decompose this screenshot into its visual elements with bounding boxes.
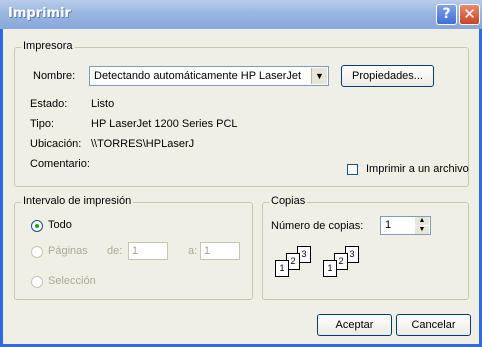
help-button[interactable]: ? [436,4,457,25]
location-value: \\TORRES\HPLaserJ [91,138,195,150]
print-range-group-label: Intervalo de impresión [21,195,134,207]
stepper-up-icon[interactable]: ▲ [415,217,429,225]
copies-group-label: Copias [269,195,308,207]
window-title: Imprimir [8,6,71,21]
printer-name-label: Nombre: [33,70,76,82]
range-to-value: 1 [204,245,211,257]
close-button[interactable]: ✕ [459,4,480,25]
range-pages-label[interactable]: Páginas [48,245,88,257]
range-selection-radio[interactable] [31,276,43,288]
copies-count-label: Número de copias: [271,220,364,232]
print-to-file-checkbox[interactable] [347,164,358,175]
range-to-label: a: [188,245,198,257]
status-value: Listo [91,98,115,110]
range-from-label: de: [107,245,123,257]
range-selection-label[interactable]: Selección [48,275,96,287]
properties-button[interactable]: Propiedades... [341,65,434,87]
status-label: Estado: [30,98,68,110]
type-label: Tipo: [30,118,55,130]
range-to-input[interactable]: 1 [200,242,240,260]
range-all-label[interactable]: Todo [48,219,72,231]
accept-button[interactable]: Aceptar [317,314,392,336]
collate-pages-icon-1: 3 2 1 [275,246,315,278]
printer-name-select[interactable]: Detectando automáticamente HP LaserJet ▼ [89,66,329,86]
chevron-down-icon[interactable]: ▼ [311,68,327,84]
range-from-input[interactable]: 1 [128,242,168,260]
print-to-file-label[interactable]: Imprimir a un archivo [366,163,469,175]
location-label: Ubicación: [30,138,82,150]
page-icon: 1 [323,260,337,277]
stepper-down-icon[interactable]: ▼ [415,226,429,234]
type-value: HP LaserJet 1200 Series PCL [91,118,238,130]
copies-count-stepper[interactable]: 1 ▲ ▼ [380,216,431,235]
range-from-value: 1 [132,245,139,257]
title-bar[interactable]: Imprimir ? ✕ [0,0,482,29]
print-dialog: Imprimir ? ✕ Impresora Nombre: Detectand… [0,0,482,347]
range-all-radio[interactable] [31,220,43,232]
copies-count-value: 1 [385,219,392,231]
cancel-button[interactable]: Cancelar [396,314,471,336]
page-icon: 1 [275,260,289,277]
printer-name-value: Detectando automáticamente HP LaserJet [94,70,302,82]
range-pages-radio[interactable] [31,246,43,258]
printer-group-label: Impresora [21,40,75,52]
collate-pages-icon-2: 3 2 1 [323,246,363,278]
comment-label: Comentario: [30,158,90,170]
